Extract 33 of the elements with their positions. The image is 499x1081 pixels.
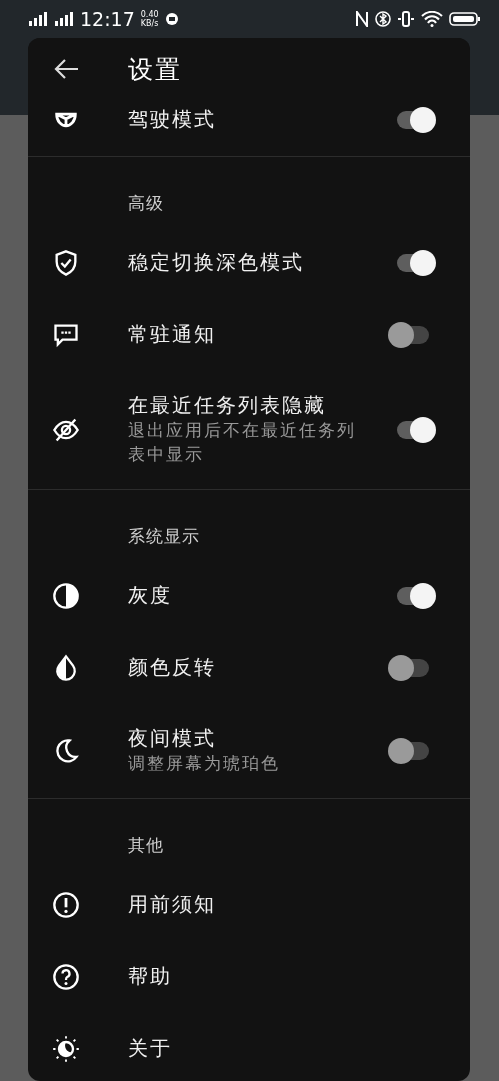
setting-label[interactable]: 帮助 bbox=[128, 964, 364, 990]
notification-icon bbox=[164, 12, 179, 26]
nfc-icon bbox=[355, 11, 369, 27]
bluetooth-icon bbox=[375, 10, 391, 28]
contrast-icon bbox=[52, 582, 80, 610]
setting-label: 在最近任务列表隐藏 bbox=[128, 393, 327, 419]
section-heading: 高级 bbox=[127, 192, 165, 215]
setting-label: 稳定切换深色模式 bbox=[128, 250, 305, 276]
signal-icon bbox=[28, 12, 48, 26]
setting-label: 驾驶模式 bbox=[128, 107, 217, 133]
exclamation-icon bbox=[52, 891, 80, 919]
section-heading: 其他 bbox=[127, 834, 165, 857]
help-icon bbox=[52, 963, 80, 991]
setting-label: 颜色反转 bbox=[128, 655, 217, 681]
setting-label[interactable]: 用前须知 bbox=[128, 892, 364, 918]
setting-label[interactable]: 关于 bbox=[128, 1036, 364, 1062]
signal-icon bbox=[54, 12, 74, 26]
setting-description: 调整屏幕为琥珀色 bbox=[128, 753, 281, 775]
wifi-icon bbox=[421, 11, 443, 27]
net-speed-unit: KB/s bbox=[140, 19, 159, 28]
setting-label: 常驻通知 bbox=[128, 322, 217, 348]
setting-description: 退出应用后不在最近任务列表中显示 bbox=[128, 420, 357, 466]
battery-icon bbox=[449, 11, 481, 27]
section-heading: 系统显示 bbox=[127, 525, 201, 548]
back-arrow-icon bbox=[53, 58, 79, 80]
dialog-title: 设置 bbox=[128, 53, 182, 86]
setting-label: 夜间模式 bbox=[128, 726, 217, 752]
sun-icon bbox=[52, 1035, 80, 1063]
setting-label: 灰度 bbox=[128, 583, 173, 609]
net-speed: 0.40 bbox=[140, 10, 159, 19]
eye-slash-icon bbox=[52, 416, 80, 444]
vibrate-icon bbox=[397, 11, 415, 27]
clock: 12:17 bbox=[80, 8, 135, 30]
